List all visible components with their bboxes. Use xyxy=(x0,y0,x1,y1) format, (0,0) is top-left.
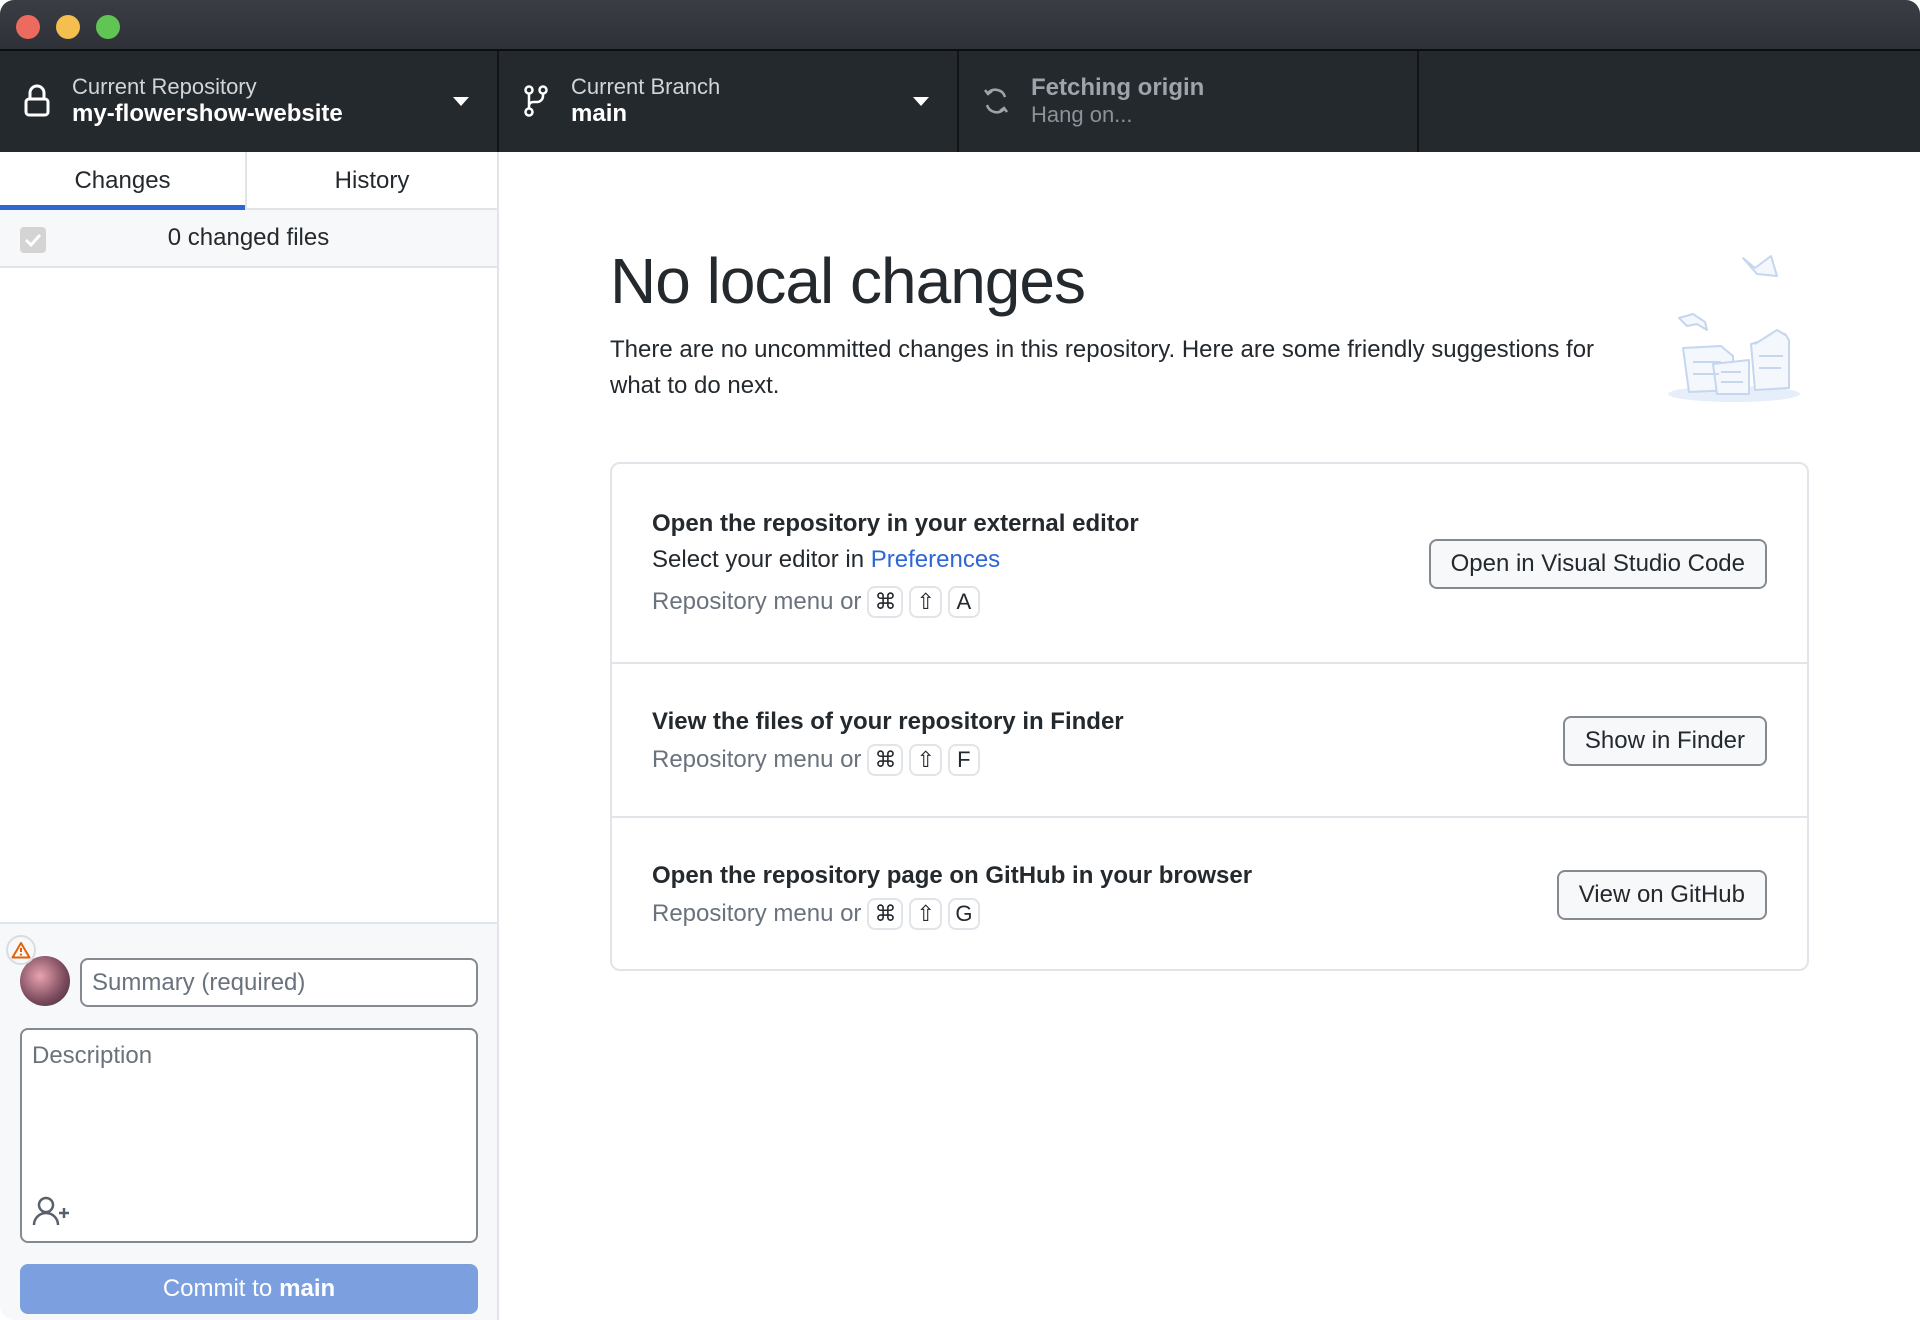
close-window-button[interactable] xyxy=(16,15,40,39)
page-description: There are no uncommitted changes in this… xyxy=(610,336,1595,399)
suggestion-view-on-github: Open the repository page on GitHub in yo… xyxy=(612,818,1807,971)
sidebar: Changes History 0 changed files Summary … xyxy=(0,152,499,1320)
tab-changes[interactable]: Changes xyxy=(0,152,248,210)
letter-key: A xyxy=(947,586,980,618)
chevron-down-icon xyxy=(453,97,469,106)
person-add-icon[interactable] xyxy=(32,1195,72,1227)
shortcut-prefix: Repository menu or xyxy=(652,588,862,615)
fetch-status: Hang on... xyxy=(1031,102,1133,127)
view-on-github-button[interactable]: View on GitHub xyxy=(1556,870,1767,920)
current-repository-name: my-flowershow-website xyxy=(72,100,343,127)
maximize-window-button[interactable] xyxy=(96,15,120,39)
shortcut-prefix: Repository menu or xyxy=(652,746,862,773)
keyboard-shortcut: Repository menu or ⌘ ⇧ A xyxy=(652,586,980,618)
changed-files-header: 0 changed files xyxy=(0,210,497,268)
page-title: No local changes xyxy=(610,245,1086,317)
preferences-link[interactable]: Preferences xyxy=(871,546,1000,573)
main-content: No local changes There are no uncommitte… xyxy=(499,152,1920,1320)
command-key: ⌘ xyxy=(867,744,904,776)
letter-key: G xyxy=(947,898,980,930)
alert-icon[interactable] xyxy=(6,935,36,965)
keyboard-shortcut: Repository menu or ⌘ ⇧ G xyxy=(652,898,980,930)
description-field xyxy=(20,1028,478,1243)
current-branch-dropdown[interactable]: Current Branch main xyxy=(499,51,959,152)
title-bar xyxy=(0,0,1920,51)
open-in-editor-button[interactable]: Open in Visual Studio Code xyxy=(1428,539,1767,589)
show-in-finder-button[interactable]: Show in Finder xyxy=(1562,716,1767,766)
sync-icon xyxy=(984,88,1008,114)
command-key: ⌘ xyxy=(867,586,904,618)
commit-message-area: Commit to main xyxy=(0,922,497,1320)
summary-input[interactable] xyxy=(80,958,478,1007)
app-window: Current Repository my-flowershow-website… xyxy=(0,0,1920,1320)
command-key: ⌘ xyxy=(867,898,904,930)
commit-button[interactable]: Commit to main xyxy=(20,1264,478,1314)
suggestion-show-in-finder: View the files of your repository in Fin… xyxy=(612,664,1807,818)
current-repository-label: Current Repository xyxy=(72,74,257,99)
suggestion-title: Open the repository in your external edi… xyxy=(652,510,1139,537)
suggestion-line-text: Select your editor in xyxy=(652,546,871,573)
lock-icon xyxy=(24,84,50,117)
commit-button-branch: main xyxy=(279,1275,336,1302)
suggestion-open-editor: Open the repository in your external edi… xyxy=(612,464,1807,664)
letter-key: F xyxy=(947,744,980,776)
current-branch-name: main xyxy=(571,100,628,127)
shortcut-prefix: Repository menu or xyxy=(652,900,862,927)
current-repository-dropdown[interactable]: Current Repository my-flowershow-website xyxy=(0,51,499,152)
shift-key: ⇧ xyxy=(909,898,942,930)
git-branch-icon xyxy=(524,85,548,117)
suggestion-title: View the files of your repository in Fin… xyxy=(652,708,1124,735)
fetch-origin-label: Fetching origin xyxy=(1031,74,1205,101)
paper-stack-illustration xyxy=(1668,255,1800,402)
chevron-down-icon xyxy=(913,97,929,106)
toolbar: Current Repository my-flowershow-website… xyxy=(0,51,1920,152)
shift-key: ⇧ xyxy=(909,586,942,618)
checkmark-icon xyxy=(24,233,42,248)
select-all-checkbox[interactable] xyxy=(20,227,46,253)
shift-key: ⇧ xyxy=(909,744,942,776)
minimize-window-button[interactable] xyxy=(56,15,80,39)
current-branch-label: Current Branch xyxy=(571,74,721,99)
changed-files-count: 0 changed files xyxy=(167,224,330,251)
fetch-origin-button[interactable]: Fetching origin Hang on... xyxy=(959,51,1419,152)
sidebar-tabs: Changes History xyxy=(0,152,497,210)
description-input[interactable] xyxy=(22,1030,476,1180)
commit-button-label: Commit to xyxy=(162,1275,273,1302)
keyboard-shortcut: Repository menu or ⌘ ⇧ F xyxy=(652,744,980,776)
suggestion-line: Select your editor in Preferences xyxy=(652,546,1000,574)
suggestion-title: Open the repository page on GitHub in yo… xyxy=(652,862,1253,889)
suggestions-card: Open the repository in your external edi… xyxy=(610,462,1809,971)
tab-history[interactable]: History xyxy=(247,152,497,210)
